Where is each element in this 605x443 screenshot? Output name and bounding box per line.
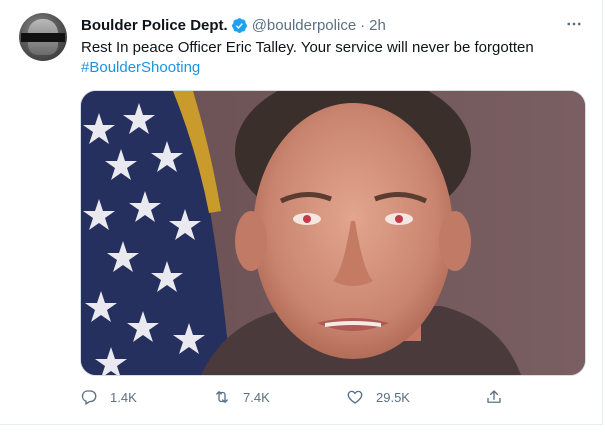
tweet-card[interactable]: Boulder Police Dept. @boulderpolice · 2h… [0,0,603,425]
verified-badge-icon [231,17,247,33]
tweet-photo[interactable] [80,90,586,376]
retweet-count: 7.4K [243,389,270,405]
share-icon [487,390,501,403]
more-options-button[interactable] [563,13,585,35]
tweet-actions: 1.4K 7.4K 29.5K [80,386,510,408]
avatar[interactable] [19,13,67,61]
tweet-text: Rest In peace Officer Eric Talley. Your … [81,38,581,78]
like-count: 29.5K [376,389,410,405]
retweet-button[interactable]: 7.4K [213,386,270,408]
retweet-icon [216,391,228,403]
separator-dot: · [360,16,366,34]
mourning-band [21,33,65,42]
like-button[interactable]: 29.5K [346,386,410,408]
reply-icon [81,390,97,405]
share-button[interactable] [485,386,503,408]
hashtag-link[interactable]: #BoulderShooting [81,58,581,78]
tweet-timestamp[interactable]: 2h [369,17,386,34]
author-handle[interactable]: @boulderpolice [252,17,356,34]
reply-count: 1.4K [110,389,137,405]
officer-portrait-image [81,91,585,375]
tweet-header: Boulder Police Dept. @boulderpolice · 2h [81,15,386,35]
more-horizontal-icon [567,22,581,26]
author-name[interactable]: Boulder Police Dept. [81,17,228,34]
reply-button[interactable]: 1.4K [80,386,137,408]
heart-icon [347,390,363,404]
tweet-body: Rest In peace Officer Eric Talley. Your … [81,39,534,56]
